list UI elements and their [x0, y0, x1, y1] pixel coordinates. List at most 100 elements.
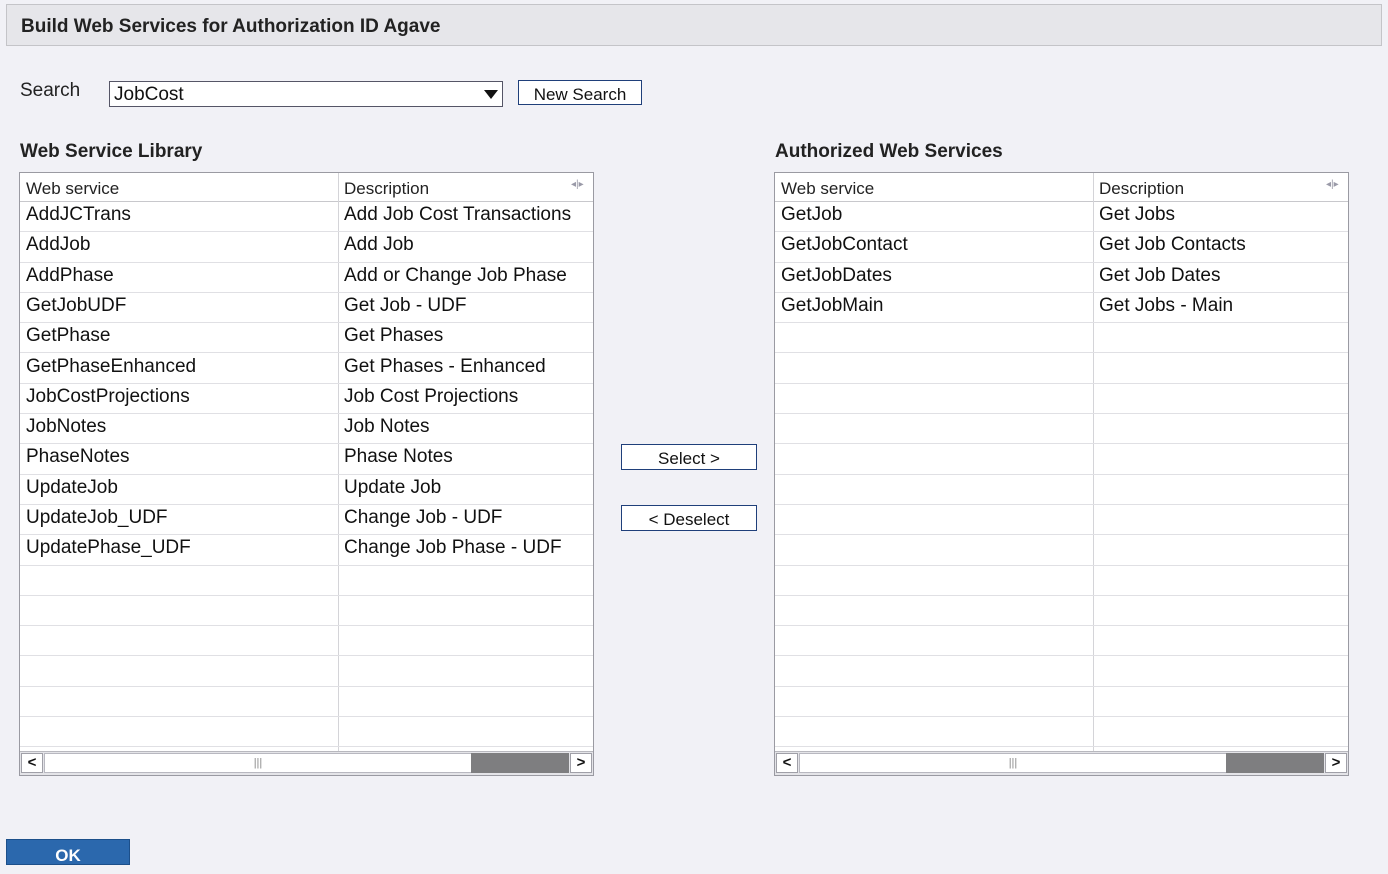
table-row[interactable]: GetJobMain Get Jobs - Main — [775, 293, 1348, 324]
cell-description: Phase Notes — [344, 446, 453, 468]
column-header-description[interactable]: Description — [344, 179, 429, 199]
authorized-heading: Authorized Web Services — [775, 141, 1003, 162]
table-row[interactable]: GetJobDates Get Job Dates — [775, 263, 1348, 293]
cell-web-service: GetJobUDF — [26, 294, 127, 316]
cell-description: Get Jobs - Main — [1099, 294, 1234, 316]
window-title: Build Web Services for Authorization ID … — [21, 16, 441, 37]
table-row[interactable]: GetPhase Get Phases — [20, 323, 593, 354]
authorized-grid-header: Web service Description ◂|▸ — [775, 173, 1348, 202]
column-resize-icon[interactable]: ◂|▸ — [571, 179, 591, 193]
cell-web-service: UpdateJob_UDF — [26, 507, 168, 528]
table-row[interactable]: PhaseNotes Phase Notes — [20, 444, 593, 475]
deselect-button[interactable]: < Deselect — [621, 505, 757, 531]
table-row-empty[interactable] — [775, 354, 1348, 384]
table-row-empty[interactable] — [775, 475, 1348, 505]
cell-web-service: GetJobContact — [781, 234, 908, 256]
table-row[interactable]: UpdateJob Update Job — [20, 475, 593, 505]
table-row-empty[interactable] — [775, 626, 1348, 657]
scroll-track-filled — [1226, 753, 1324, 773]
scroll-track[interactable]: ||| — [44, 753, 569, 773]
cell-web-service: PhaseNotes — [26, 446, 130, 468]
scroll-right-icon[interactable]: > — [1325, 753, 1347, 773]
table-row-empty[interactable] — [20, 596, 593, 627]
cell-web-service: AddJob — [26, 234, 91, 256]
table-row[interactable]: JobCostProjections Job Cost Projections — [20, 384, 593, 415]
table-row-empty[interactable] — [20, 566, 593, 596]
table-row-empty[interactable] — [775, 657, 1348, 687]
table-row-empty[interactable] — [775, 717, 1348, 748]
table-row[interactable]: GetJobContact Get Job Contacts — [775, 232, 1348, 263]
cell-description: Update Job — [344, 476, 442, 498]
scroll-track-filled — [471, 753, 569, 773]
chevron-down-icon[interactable] — [484, 90, 498, 99]
scroll-left-icon[interactable]: < — [776, 753, 798, 773]
column-header-web-service[interactable]: Web service — [26, 179, 119, 199]
table-row-empty[interactable] — [775, 566, 1348, 596]
cell-description: Change Job Phase - UDF — [344, 537, 562, 559]
table-row-empty[interactable] — [775, 505, 1348, 536]
table-row[interactable]: UpdateJob_UDF Change Job - UDF — [20, 505, 593, 536]
table-row-empty[interactable] — [20, 626, 593, 657]
cell-web-service: GetJobDates — [781, 264, 892, 286]
scroll-thumb[interactable]: ||| — [44, 753, 472, 773]
cell-web-service: AddPhase — [26, 264, 114, 286]
cell-description: Add Job — [344, 234, 414, 256]
new-search-button[interactable]: New Search — [518, 80, 642, 105]
table-row-empty[interactable] — [20, 657, 593, 687]
scroll-thumb[interactable]: ||| — [799, 753, 1227, 773]
table-row-empty[interactable] — [775, 444, 1348, 475]
select-button[interactable]: Select > — [621, 444, 757, 470]
cell-description: Change Job - UDF — [344, 507, 503, 528]
cell-web-service: JobNotes — [26, 416, 107, 438]
table-row[interactable]: GetJob Get Jobs — [775, 202, 1348, 233]
table-row-empty[interactable] — [775, 384, 1348, 415]
column-resize-icon[interactable]: ◂|▸ — [1326, 179, 1346, 193]
authorized-grid[interactable]: Web service Description ◂|▸ GetJob Get Jo… — [774, 172, 1349, 776]
cell-web-service: AddJCTrans — [26, 204, 131, 225]
library-heading: Web Service Library — [20, 141, 203, 162]
library-grid[interactable]: Web service Description ◂|▸ AddJCTrans Ad… — [19, 172, 594, 776]
scroll-right-icon[interactable]: > — [570, 753, 592, 773]
scroll-left-icon[interactable]: < — [21, 753, 43, 773]
cell-web-service: UpdateJob — [26, 476, 118, 498]
table-row[interactable]: AddPhase Add or Change Job Phase — [20, 263, 593, 293]
cell-description: Add Job Cost Transactions — [344, 204, 572, 225]
search-label: Search — [20, 80, 81, 101]
cell-web-service: JobCostProjections — [26, 385, 190, 407]
table-row[interactable]: JobNotes Job Notes — [20, 414, 593, 445]
table-row-empty[interactable] — [775, 687, 1348, 718]
cell-description: Job Notes — [344, 416, 430, 438]
search-dropdown[interactable]: JobCost — [109, 81, 503, 107]
library-grid-header: Web service Description ◂|▸ — [20, 173, 593, 202]
cell-description: Get Jobs — [1099, 204, 1176, 225]
table-row-empty[interactable] — [775, 596, 1348, 627]
table-row-empty[interactable] — [20, 687, 593, 718]
table-row[interactable]: GetJobUDF Get Job - UDF — [20, 293, 593, 324]
cell-description: Get Job Dates — [1099, 264, 1221, 286]
table-row[interactable]: AddJCTrans Add Job Cost Transactions — [20, 202, 593, 233]
table-row-empty[interactable] — [775, 535, 1348, 566]
cell-web-service: GetJob — [781, 204, 843, 225]
table-row-empty[interactable] — [775, 323, 1348, 354]
cell-web-service: GetJobMain — [781, 294, 884, 316]
search-value: JobCost — [114, 84, 184, 105]
table-row[interactable]: AddJob Add Job — [20, 232, 593, 263]
cell-web-service: GetPhaseEnhanced — [26, 355, 197, 377]
cell-description: Job Cost Projections — [344, 385, 519, 407]
authorized-horizontal-scrollbar[interactable]: < ||| > — [775, 751, 1348, 775]
cell-description: Add or Change Job Phase — [344, 264, 567, 286]
table-row-empty[interactable] — [20, 717, 593, 748]
cell-web-service: UpdatePhase_UDF — [26, 537, 191, 559]
library-horizontal-scrollbar[interactable]: < ||| > — [20, 751, 593, 775]
cell-description: Get Job Contacts — [1099, 234, 1246, 256]
table-row[interactable]: UpdatePhase_UDF Change Job Phase - UDF — [20, 535, 593, 566]
column-header-description[interactable]: Description — [1099, 179, 1184, 199]
table-row[interactable]: GetPhaseEnhanced Get Phases - Enhanced — [20, 354, 593, 384]
table-row-empty[interactable] — [775, 414, 1348, 445]
cell-description: Get Phases - Enhanced — [344, 355, 546, 377]
scroll-track[interactable]: ||| — [799, 753, 1324, 773]
cell-description: Get Job - UDF — [344, 294, 467, 316]
title-bar: Build Web Services for Authorization ID … — [6, 4, 1382, 46]
ok-button[interactable]: OK — [6, 839, 130, 865]
column-header-web-service[interactable]: Web service — [781, 179, 874, 199]
